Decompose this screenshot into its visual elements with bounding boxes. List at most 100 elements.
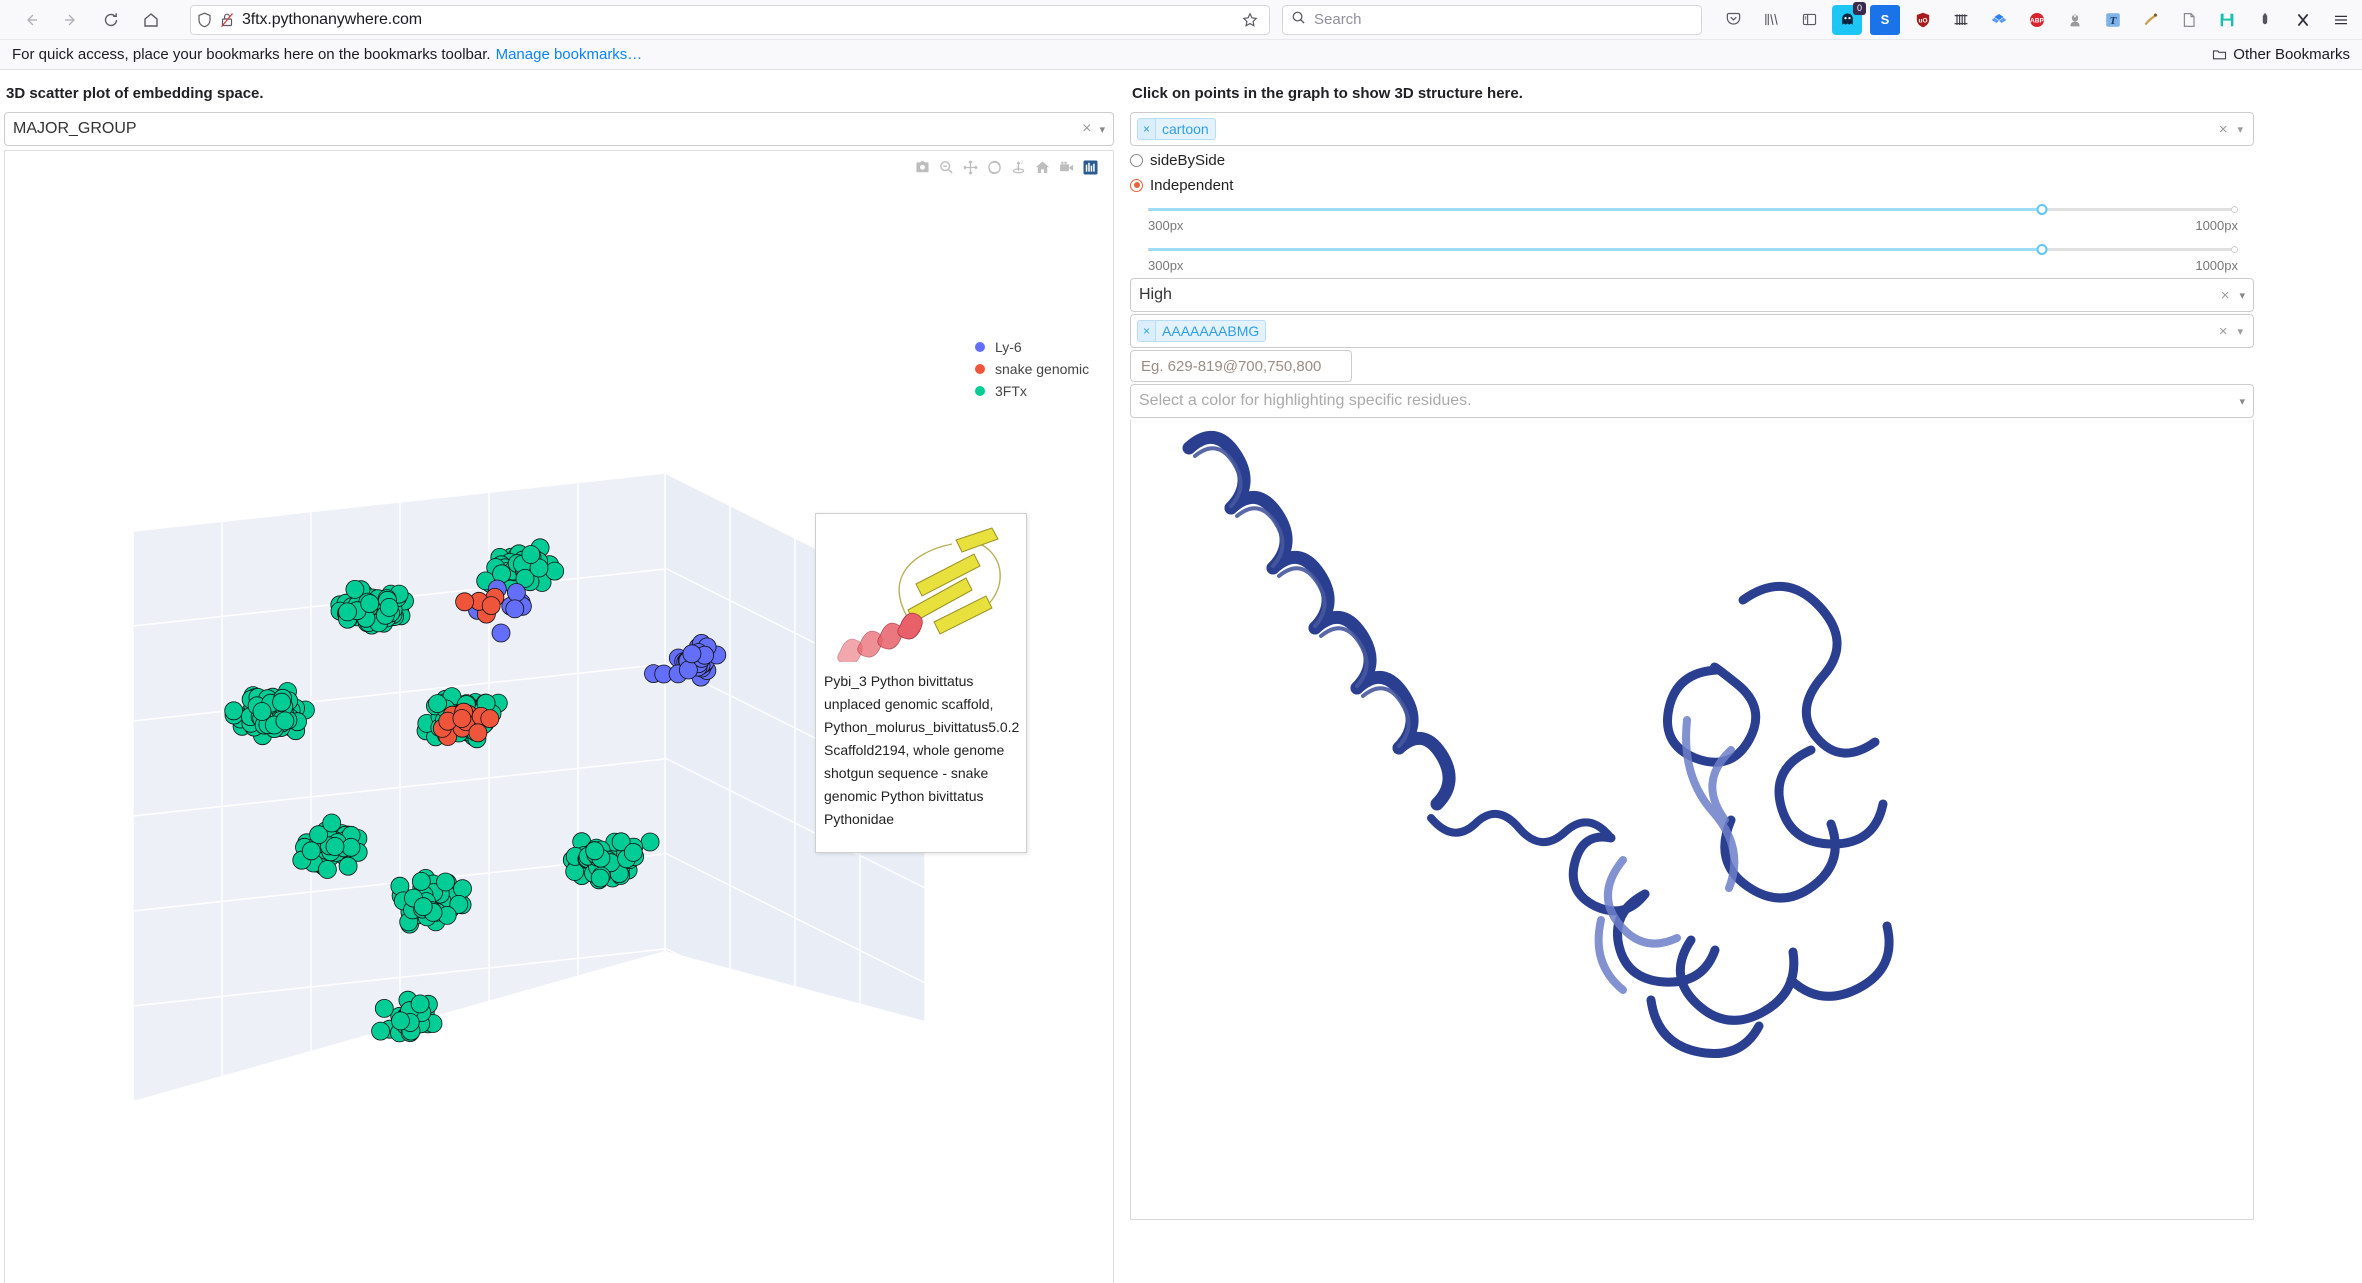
scatter-point[interactable] [506, 583, 526, 602]
scatter-point[interactable] [623, 843, 643, 862]
other-bookmarks-folder[interactable]: Other Bookmarks [2212, 46, 2350, 63]
quality-select[interactable]: High × ▾ [1130, 278, 2254, 312]
chevron-down-icon[interactable]: ▾ [1099, 123, 1105, 136]
sequence-tag[interactable]: × AAAAAAABMG [1137, 320, 1267, 342]
zoom-icon[interactable] [938, 159, 955, 176]
scatter-point[interactable] [272, 692, 292, 712]
scatter-point[interactable] [301, 841, 321, 861]
clear-icon[interactable]: × [2211, 287, 2240, 304]
sequence-select[interactable]: × AAAAAAABMG × ▾ [1130, 314, 2254, 348]
turntable-rotation-icon[interactable]: 2 1 [1010, 159, 1027, 176]
search-input[interactable]: Search [1314, 11, 1362, 28]
ghostery-icon[interactable]: 0 [1832, 1, 1866, 35]
scatter-point[interactable] [679, 660, 698, 680]
address-bar[interactable]: 3ftx.pythonanywhere.com [190, 4, 1270, 35]
slider-knob[interactable] [2036, 244, 2048, 255]
scatter-point[interactable] [585, 841, 605, 861]
remove-tag-icon[interactable]: × [1138, 321, 1157, 341]
scatter-point[interactable] [428, 694, 447, 713]
reload-button[interactable] [92, 4, 130, 36]
close-tab-x-icon[interactable] [2288, 5, 2318, 35]
scatter-point[interactable] [481, 596, 501, 616]
zotero-connector-icon[interactable] [2136, 5, 2166, 35]
scatter-point[interactable] [252, 702, 272, 721]
layout-option-independent[interactable]: Independent [1130, 174, 2254, 196]
scatter-point[interactable] [275, 711, 295, 731]
reset-camera-home-icon[interactable] [1034, 159, 1051, 176]
scatter-point[interactable] [480, 709, 500, 728]
pan-icon[interactable] [962, 159, 979, 176]
reset-camera-last-save-icon[interactable] [1058, 159, 1075, 176]
chevron-down-icon[interactable]: ▾ [2237, 325, 2243, 338]
residue-range-placeholder[interactable]: Eg. 629-819@700,750,800 [1141, 358, 1321, 375]
download-camera-icon[interactable] [914, 159, 931, 176]
dropbox-icon[interactable] [1984, 5, 2014, 35]
scatter-point[interactable] [360, 594, 380, 614]
forward-button[interactable] [52, 4, 90, 36]
cookie-manager-icon[interactable] [2250, 5, 2280, 35]
scatter-point[interactable] [505, 599, 525, 619]
scatter-point[interactable] [391, 1011, 410, 1031]
radio-independent[interactable] [1130, 178, 1143, 192]
scatter-point[interactable] [322, 813, 342, 833]
scatter-point[interactable] [590, 868, 610, 888]
scatter-point[interactable] [545, 561, 565, 581]
molecule-3d-viewer[interactable] [1130, 420, 2254, 1220]
chevron-down-icon[interactable]: ▾ [2239, 289, 2245, 302]
shield-icon[interactable] [197, 12, 212, 28]
scatter-point[interactable] [374, 999, 394, 1018]
scatter-point[interactable] [224, 701, 244, 721]
radio-sidebyside[interactable] [1130, 153, 1143, 167]
star-icon[interactable] [1237, 11, 1263, 28]
layout-option-sidebyside[interactable]: sideBySide [1130, 149, 2254, 171]
scatter-point[interactable] [345, 579, 365, 599]
scatter-point[interactable] [521, 545, 541, 564]
search-bar[interactable]: Search [1282, 4, 1702, 35]
manage-bookmarks-link[interactable]: Manage bookmarks… [496, 46, 643, 63]
scatter-point[interactable] [317, 860, 337, 879]
chevron-down-icon[interactable]: ▾ [2237, 123, 2243, 136]
scatter-point[interactable] [468, 723, 488, 743]
scatter-point[interactable] [491, 623, 511, 643]
back-button[interactable] [12, 4, 50, 36]
pocket-icon[interactable] [1718, 5, 1748, 35]
residue-range-input-wrap[interactable]: Eg. 629-819@700,750,800 [1130, 350, 1352, 382]
color-by-select[interactable]: MAJOR_GROUP × ▾ [4, 112, 1114, 146]
legend-item-ly6[interactable]: Ly-6 [975, 336, 1089, 358]
clear-icon[interactable]: × [2219, 121, 2228, 138]
scatter-point[interactable] [338, 602, 357, 622]
library-icon[interactable] [1756, 5, 1786, 35]
legend-item-3ftx[interactable]: 3FTx [975, 380, 1089, 402]
toggle-spike-lines-icon[interactable] [1082, 159, 1099, 176]
slider-knob[interactable] [2036, 204, 2048, 215]
height-slider[interactable] [1148, 240, 2238, 258]
chevron-down-icon[interactable]: ▾ [2239, 395, 2245, 408]
save-page-icon[interactable] [2212, 5, 2242, 35]
width-slider[interactable] [1148, 200, 2238, 218]
broken-lock-icon[interactable] [220, 12, 234, 28]
scatter-point[interactable] [453, 879, 472, 899]
home-button[interactable] [132, 4, 170, 36]
scatter-point[interactable] [410, 994, 430, 1014]
style-tag-cartoon[interactable]: × cartoon [1137, 118, 1216, 140]
remove-tag-icon[interactable]: × [1138, 119, 1157, 139]
privacy-badger-icon[interactable] [2060, 5, 2090, 35]
ublock-origin-icon[interactable]: uO [1908, 5, 1938, 35]
simplify-icon[interactable]: S [1870, 4, 1900, 35]
url-text[interactable]: 3ftx.pythonanywhere.com [242, 11, 1229, 29]
orbital-rotation-icon[interactable] [986, 159, 1003, 176]
scatter-point[interactable] [436, 872, 455, 892]
adblock-plus-icon[interactable]: ABP [2022, 5, 2052, 35]
scatter-point[interactable] [325, 837, 345, 856]
sidebar-icon[interactable] [1794, 5, 1824, 35]
scatter-plot-canvas[interactable]: 2 1 Ly-6 snake genomic 3FTx Pybi_3 Pytho… [4, 150, 1114, 1283]
scatter-point[interactable] [338, 856, 358, 876]
scatter-point[interactable] [379, 597, 399, 617]
highlight-color-select[interactable]: Select a color for highlighting specific… [1130, 384, 2254, 418]
scatter-point[interactable] [682, 644, 702, 664]
page-reader-icon[interactable] [2174, 5, 2204, 35]
legend-item-snake-genomic[interactable]: snake genomic [975, 358, 1089, 380]
text-tool-icon[interactable]: T [2098, 5, 2128, 35]
scatter-point[interactable] [452, 709, 472, 728]
grid-ruler-icon[interactable] [1946, 5, 1976, 35]
